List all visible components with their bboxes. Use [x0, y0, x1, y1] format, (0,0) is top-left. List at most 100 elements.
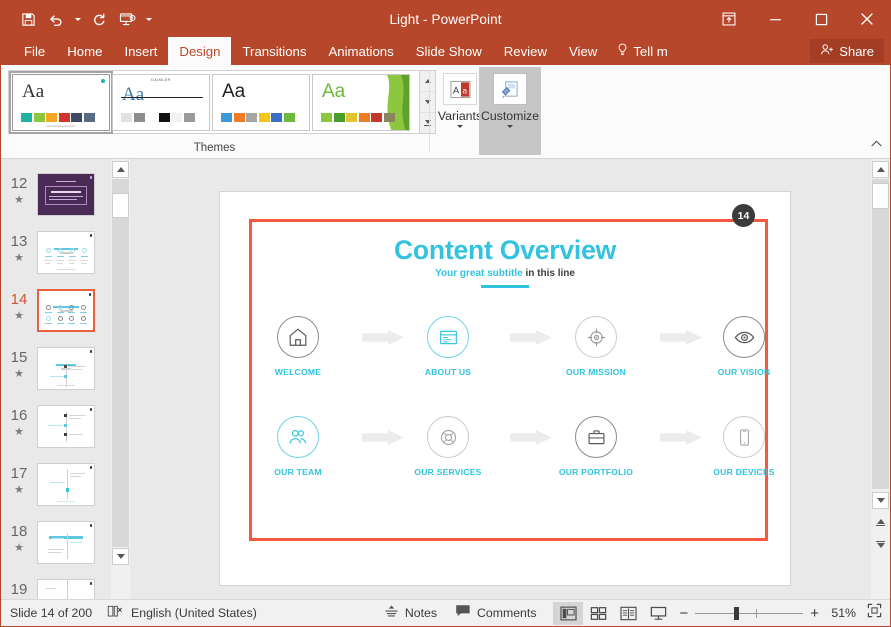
thumb-13-preview[interactable] — [37, 231, 95, 274]
thumbnails-scroll-track[interactable] — [112, 179, 129, 547]
zoom-slider[interactable] — [695, 607, 803, 620]
theme-thumbnail-3[interactable]: Aa — [212, 74, 310, 131]
maximize-icon[interactable] — [798, 1, 844, 37]
thumb-17-preview[interactable] — [37, 463, 95, 506]
themes-gallery[interactable]: Aa www.companyname.com DAIMLER Aa — [8, 70, 420, 134]
theme-2-swatches — [121, 113, 195, 122]
tab-design[interactable]: Design — [168, 37, 231, 65]
theme-thumbnail-1[interactable]: Aa www.companyname.com — [12, 74, 110, 131]
tell-me-box[interactable]: Tell m — [608, 37, 678, 65]
icon-item-our-mission[interactable]: OUR MISSION — [544, 316, 648, 377]
theme-thumbnail-2[interactable]: DAIMLER Aa — [112, 74, 210, 131]
save-icon[interactable] — [15, 6, 41, 32]
minimize-icon[interactable] — [752, 1, 798, 37]
next-slide-button[interactable] — [872, 536, 889, 553]
thumb-16-preview[interactable] — [37, 405, 95, 448]
thumb-15-number: 15 — [1, 349, 37, 366]
icon-item-about-us[interactable]: ABOUT US — [396, 316, 500, 377]
thumb-16-number: 16 — [1, 407, 37, 424]
zoom-out-button[interactable]: − — [679, 606, 688, 621]
icon-item-our-portfolio[interactable]: OUR PORTFOLIO — [544, 416, 648, 477]
share-button[interactable]: Share — [810, 39, 884, 63]
thumb-12-star-icon: ★ — [1, 193, 37, 206]
thumbnail-slide-12[interactable]: 12 ★ — [1, 173, 109, 216]
thumb-19-preview[interactable] — [37, 579, 95, 599]
tell-me-label: Tell m — [633, 44, 667, 59]
spellcheck-status[interactable] — [101, 600, 129, 627]
customize-dropdown-icon[interactable] — [507, 125, 513, 128]
variants-dropdown-icon[interactable] — [457, 125, 463, 128]
slide-scrollbar[interactable] — [871, 159, 890, 599]
theme-thumbnail-4[interactable]: Aa — [312, 74, 410, 131]
tab-insert[interactable]: Insert — [113, 37, 168, 65]
start-presentation-icon[interactable] — [114, 6, 140, 32]
ribbon-display-options-icon[interactable] — [706, 1, 752, 37]
slide-sorter-button[interactable] — [583, 602, 613, 625]
slide-canvas[interactable]: 14 Content Overview Your great subtitle … — [220, 192, 790, 585]
undo-dropdown-icon[interactable] — [71, 6, 84, 32]
fit-to-window-button[interactable] — [863, 603, 890, 623]
thumbnails-scroll-thumb[interactable] — [112, 193, 129, 218]
thumb-18-preview[interactable] — [37, 521, 95, 564]
ribbon-body: Aa www.companyname.com DAIMLER Aa — [1, 65, 890, 159]
icon-item-our-services[interactable]: OUR SERVICES — [396, 416, 500, 477]
icon-item-our-vision[interactable]: OUR VISION — [692, 316, 796, 377]
customize-button[interactable]: Customize — [479, 67, 541, 155]
redo-icon[interactable] — [86, 6, 112, 32]
slideshow-button[interactable] — [643, 602, 673, 625]
collapse-ribbon-icon[interactable] — [868, 135, 884, 151]
comments-button[interactable]: Comments — [446, 600, 545, 627]
reading-view-button[interactable] — [613, 602, 643, 625]
notes-toggle-button[interactable]: Notes — [375, 600, 446, 627]
tab-slide-show[interactable]: Slide Show — [405, 37, 493, 65]
icon-item-our-team[interactable]: OUR TEAM — [246, 416, 350, 477]
icon-item-welcome[interactable]: WELCOME — [246, 316, 350, 377]
thumbnails-scrollbar[interactable] — [111, 159, 130, 599]
thumbnail-slide-17[interactable]: 17 ★ — [1, 463, 109, 506]
customize-qat-icon[interactable] — [142, 6, 155, 32]
thumbnails-scroll-down-button[interactable] — [112, 548, 129, 565]
thumb-15-star-icon: ★ — [1, 367, 37, 380]
thumbnail-slide-16[interactable]: 16 ★ — [1, 405, 109, 448]
thumb-14-preview[interactable] — [37, 289, 95, 332]
our-portfolio-circle — [575, 416, 617, 458]
zoom-level-label[interactable]: 51% — [826, 606, 856, 620]
zoom-in-button[interactable]: + — [810, 606, 819, 621]
notes-icon — [384, 604, 399, 623]
previous-slide-button[interactable] — [872, 514, 889, 531]
zoom-slider-handle[interactable] — [734, 607, 739, 620]
tab-transitions[interactable]: Transitions — [231, 37, 317, 65]
thumb-12-preview[interactable] — [37, 173, 95, 216]
tab-view[interactable]: View — [558, 37, 608, 65]
normal-view-button[interactable] — [553, 602, 583, 625]
label-our-portfolio: OUR PORTFOLIO — [544, 467, 648, 477]
slide-thumbnails-pane[interactable]: 12 ★ 13 ★ — [1, 159, 109, 599]
slide-counter[interactable]: Slide 14 of 200 — [1, 600, 101, 627]
thumb-15-preview[interactable] — [37, 347, 95, 390]
language-label: English (United States) — [131, 606, 257, 620]
slide-scroll-thumb[interactable] — [872, 183, 889, 209]
slide-title[interactable]: Content Overview — [220, 235, 790, 266]
tab-animations[interactable]: Animations — [318, 37, 405, 65]
slide-scroll-up-button[interactable] — [872, 161, 889, 178]
thumbnails-scroll-up-button[interactable] — [112, 161, 129, 178]
label-our-team: OUR TEAM — [246, 467, 350, 477]
slide-scroll-track[interactable] — [872, 179, 889, 489]
thumbnail-slide-19[interactable]: 19 — [1, 579, 109, 599]
tab-review[interactable]: Review — [493, 37, 558, 65]
quick-access-toolbar — [15, 1, 155, 37]
title-bar: Light - PowerPoint — [1, 1, 890, 37]
close-icon[interactable] — [844, 1, 890, 37]
target-icon — [586, 327, 607, 348]
slide-scroll-down-button[interactable] — [872, 492, 889, 509]
undo-icon[interactable] — [43, 6, 69, 32]
tab-file[interactable]: File — [13, 37, 56, 65]
thumbnail-slide-15[interactable]: 15 ★ — [1, 347, 109, 390]
language-status[interactable]: English (United States) — [129, 600, 266, 627]
thumbnail-slide-18[interactable]: 18 ★ — [1, 521, 109, 564]
thumbnail-slide-13[interactable]: 13 ★ — [1, 231, 109, 274]
tab-home[interactable]: Home — [56, 37, 113, 65]
thumbnail-slide-14[interactable]: 14 ★ — [1, 289, 109, 332]
slide-subtitle[interactable]: Your great subtitle in this line — [220, 268, 790, 279]
icon-item-our-devices[interactable]: OUR DEVICES — [692, 416, 796, 477]
